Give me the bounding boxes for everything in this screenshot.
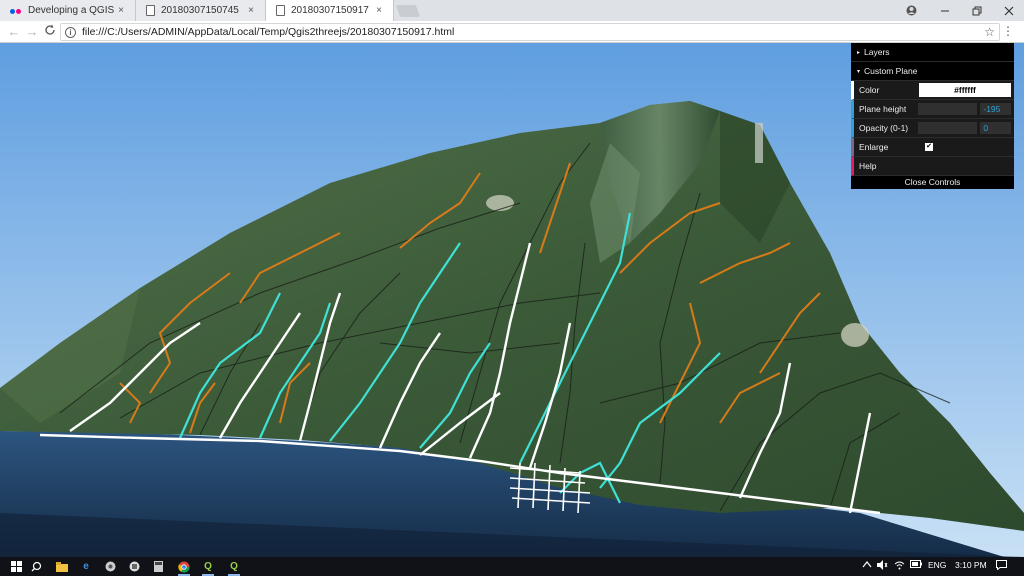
bookmark-star-icon[interactable]: ☆ [984,25,995,39]
tab-label: Developing a QGIS them [28,5,115,16]
back-arrow-icon[interactable]: ← [6,24,22,40]
close-window-icon[interactable] [994,0,1024,21]
file-explorer-icon[interactable] [54,559,70,574]
page-icon [276,5,285,16]
windows-start-icon[interactable] [8,559,24,574]
opacity-slider[interactable] [918,122,978,134]
language-indicator[interactable]: ENG [928,560,946,570]
cloud-patch [486,195,514,211]
app-icon[interactable] [126,559,142,574]
custom-plane-label: Custom Plane [864,66,918,76]
qgis-icon[interactable]: Q [226,559,242,576]
battery-icon[interactable] [910,560,922,570]
kebab-menu-icon[interactable]: ⋮ [1002,24,1014,38]
tab-label: 20180307150917 [291,5,369,16]
color-label: Color [859,85,880,95]
url-text: file:///C:/Users/ADMIN/AppData/Local/Tem… [82,26,455,38]
close-icon[interactable]: × [115,5,127,16]
info-icon[interactable]: i [65,26,76,38]
volume-icon[interactable] [877,560,888,572]
cloud-patch [841,323,869,347]
opacity-control: Opacity (0-1) 0 [851,119,1014,138]
opacity-input[interactable]: 0 [980,122,1011,134]
color-input[interactable]: #ffffff [919,83,1011,97]
caret-right-icon: ▸ [857,49,861,56]
reload-icon[interactable] [42,24,58,40]
plane-height-label: Plane height [859,104,907,114]
clock[interactable]: 3:10 PM [955,560,987,570]
flickr-icon [10,6,22,16]
page-icon [146,5,155,16]
close-icon[interactable]: × [373,5,385,16]
windows-taskbar: e Q Q ENG 3:10 PM [0,557,1024,576]
cliff-face [755,123,763,163]
forward-arrow-icon[interactable]: → [24,24,40,40]
browser-tab-strip: Developing a QGIS them × 20180307150745 … [0,0,1024,21]
tab-20180307150745[interactable]: 20180307150745 × [136,0,266,21]
tab-label: 20180307150745 [161,5,239,16]
opacity-label: Opacity (0-1) [859,123,909,133]
new-tab-button[interactable] [395,5,421,17]
enlarge-label: Enlarge [859,142,889,152]
browser-toolbar: ← → i file:///C:/Users/ADMIN/AppData/Loc… [0,21,1024,43]
enlarge-checkbox[interactable]: ✔ [925,143,933,151]
address-bar[interactable]: i file:///C:/Users/ADMIN/AppData/Local/T… [60,23,1000,41]
tab-developing-qgis-theme[interactable]: Developing a QGIS them × [0,0,136,21]
profile-icon[interactable] [896,0,926,21]
help-label: Help [859,161,877,171]
plane-height-slider[interactable] [918,103,978,115]
caret-down-icon: ▾ [857,68,861,75]
search-icon[interactable] [28,559,44,574]
color-control: Color #ffffff [851,81,1014,100]
custom-plane-controls: ▸ Layers ▾ Custom Plane Color #ffffff Pl… [851,43,1014,189]
calculator-icon[interactable] [150,559,166,574]
close-controls-button[interactable]: Close Controls [851,176,1014,189]
layers-folder[interactable]: ▸ Layers [851,43,1014,62]
chrome-icon[interactable] [176,559,192,576]
plane-height-input[interactable]: -195 [980,103,1011,115]
qgis-icon[interactable]: Q [200,559,216,576]
plane-height-control: Plane height -195 [851,100,1014,119]
close-icon[interactable]: × [245,5,257,16]
minimize-icon[interactable] [930,0,960,21]
edge-icon[interactable]: e [78,559,94,574]
wifi-icon[interactable] [894,560,905,572]
tray-chevron-icon[interactable] [862,560,872,570]
layers-label: Layers [864,47,890,57]
tab-20180307150917[interactable]: 20180307150917 × [266,0,394,21]
app-icon[interactable] [102,559,118,574]
notification-icon[interactable] [996,560,1007,572]
enlarge-control: Enlarge ✔ [851,138,1014,157]
help-item[interactable]: Help [851,157,1014,176]
restore-icon[interactable] [962,0,992,21]
custom-plane-folder[interactable]: ▾ Custom Plane [851,62,1014,81]
